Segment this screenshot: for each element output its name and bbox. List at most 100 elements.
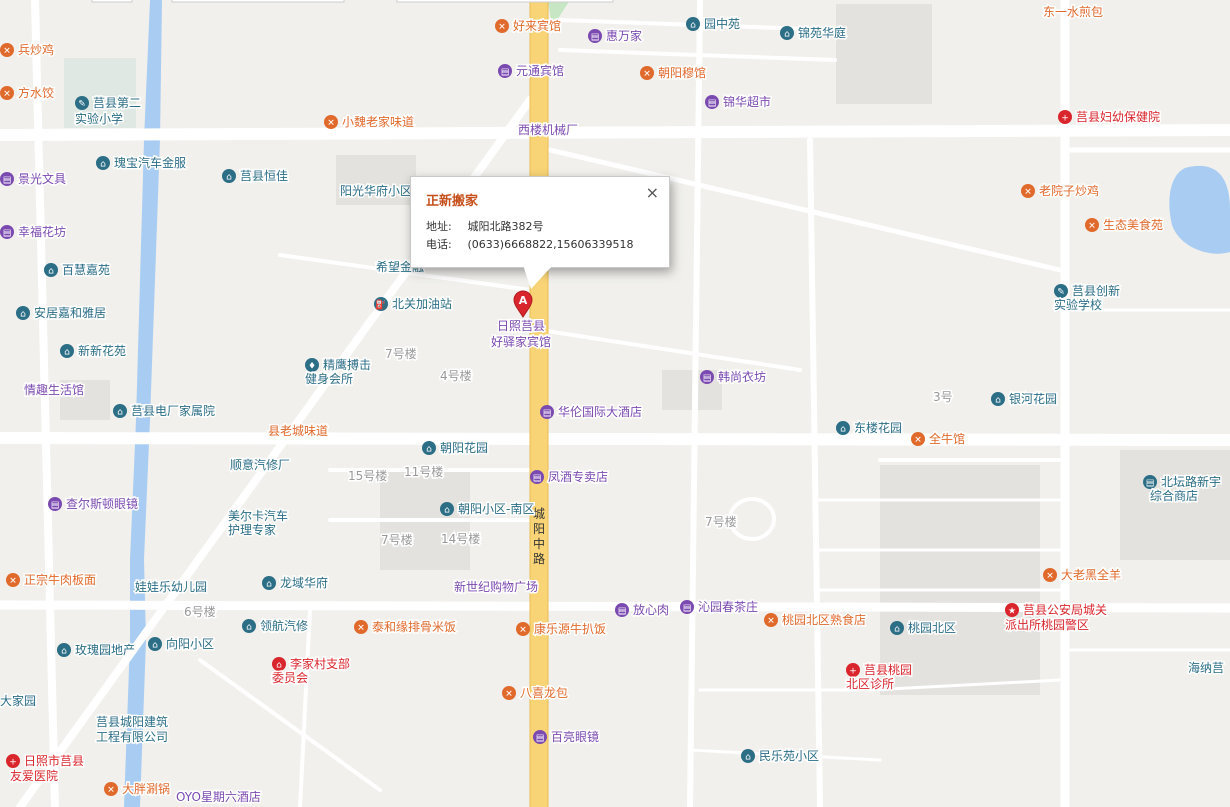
map-poi[interactable]: ⌂ 民乐苑小区 xyxy=(741,748,821,765)
home-icon-glyph: ⌂ xyxy=(894,625,900,635)
poi-label: 西楼机械厂 xyxy=(518,122,578,137)
map-poi[interactable]: + 莒县桃园 xyxy=(846,661,914,679)
poi-label: 日照莒县 xyxy=(497,319,545,333)
map-poi[interactable]: ▤ 韩尚衣坊 xyxy=(700,368,768,386)
map-poi[interactable]: 委员会 xyxy=(271,670,310,687)
map-poi[interactable]: ⌂ 莒县恒佳 xyxy=(222,168,290,185)
map-poi[interactable]: ⌂ 东楼花园 xyxy=(836,419,904,437)
poi-label: 15号楼 xyxy=(348,468,387,483)
map-canvas[interactable]: 城 阳 中 路 ✕ 兵炒鸡 ✕ 好来宾馆 ▤ 惠万家 ⌂ 园中苑 ⌂ 锦苑华庭 东一水煎包 ▤ 元通宾馆… xyxy=(0,0,1230,807)
home-icon-glyph: ⌂ xyxy=(64,348,70,358)
map-poi[interactable]: ✕ 好来宾馆 xyxy=(495,17,563,35)
map-poi[interactable]: 莒县城阳建筑 xyxy=(95,713,170,731)
map-poi[interactable]: ♦ 精鹰搏击 xyxy=(305,356,373,374)
map-poi[interactable]: 7号楼 xyxy=(704,513,739,531)
map-poi[interactable]: 县老城味道 xyxy=(267,423,330,440)
map-poi[interactable]: 情趣生活馆 xyxy=(23,381,86,399)
map-poi[interactable]: 美尔卡汽车 xyxy=(227,507,290,525)
map-poi[interactable]: ✎ 莒县第二 xyxy=(75,95,143,112)
map-poi[interactable]: ⌂ 银河花园 xyxy=(991,390,1059,408)
map-poi[interactable]: 14号楼 xyxy=(440,530,482,548)
map-poi[interactable]: ⛽ 北关加油站 xyxy=(374,296,454,313)
map-poi[interactable]: 阳光华府小区 xyxy=(339,182,414,200)
map-poi[interactable]: 日照莒县 xyxy=(496,318,547,335)
home-icon-glyph: ⌂ xyxy=(784,30,790,40)
map-poi[interactable]: 4号楼 xyxy=(439,367,474,385)
map-poi[interactable]: 大家园 xyxy=(0,692,38,710)
map-poi[interactable]: ▤ 放心肉 xyxy=(615,601,671,619)
map-poi[interactable]: 海纳莒 xyxy=(1187,659,1226,677)
top-tab-2[interactable] xyxy=(171,0,345,3)
poi-label: 北坛路新宇 xyxy=(1161,474,1221,489)
phone-label: 电话: xyxy=(426,238,452,251)
map-poi[interactable]: 3号 xyxy=(932,389,955,406)
map-poi[interactable]: 顺意汽修厂 xyxy=(229,456,292,474)
poi-label: 生态美食苑 xyxy=(1103,217,1163,232)
map-poi[interactable]: ✕ 方水饺 xyxy=(0,84,56,102)
map-poi[interactable]: 6号楼 xyxy=(183,603,218,621)
map-poi[interactable]: 实验学校 xyxy=(1053,296,1104,314)
map-poi[interactable]: 15号楼 xyxy=(347,467,389,485)
map-poi[interactable]: OYO星期六酒店 xyxy=(175,789,263,806)
poi-label: 百慧嘉苑 xyxy=(62,262,110,277)
map-poi[interactable]: 健身会所 xyxy=(304,370,355,388)
poi-label: 实验学校 xyxy=(1054,297,1102,312)
map-poi[interactable]: 西楼机械厂 xyxy=(517,121,580,139)
address-label: 地址: xyxy=(426,220,452,233)
map-poi[interactable]: 好驿家宾馆 xyxy=(490,333,553,351)
map-poi[interactable]: ▤ 锦华超市 xyxy=(705,93,773,111)
poi-label: 好来宾馆 xyxy=(513,18,561,33)
map-poi[interactable]: ⌂ 朝阳花园 xyxy=(422,439,490,457)
map-poi[interactable]: ⌂ 向阳小区 xyxy=(148,635,216,653)
top-tab-1[interactable] xyxy=(91,0,133,3)
map-poi[interactable]: 护理专家 xyxy=(227,521,278,539)
map-poi[interactable]: 11号楼 xyxy=(403,463,445,481)
map-poi[interactable]: 新世纪购物广场 xyxy=(453,578,540,596)
map-poi[interactable]: 综合商店 xyxy=(1149,487,1200,505)
map-poi[interactable]: ⌂ 锦苑华庭 xyxy=(780,24,848,42)
map-poi[interactable]: ✎ 莒县创新 xyxy=(1054,282,1122,300)
map-poi[interactable]: ⌂ 百慧嘉苑 xyxy=(44,261,112,279)
map-poi[interactable]: ⌂ 园中苑 xyxy=(686,15,742,33)
map-poi[interactable]: ▤ 百亮眼镜 xyxy=(533,728,601,746)
map-poi[interactable]: ⌂ 领航汽修 xyxy=(242,617,310,635)
hosp-icon-glyph: + xyxy=(849,667,857,677)
map-poi[interactable]: ✕ 八喜龙包 xyxy=(502,685,570,702)
poi-label: 新新花苑 xyxy=(78,343,126,358)
map-poi[interactable]: ✕ 兵炒鸡 xyxy=(0,41,56,59)
map-poi[interactable]: 北区诊所 xyxy=(845,676,896,693)
school-icon-glyph: ✎ xyxy=(78,100,86,110)
map-poi[interactable]: 工程有限公司 xyxy=(95,728,170,746)
map-poi[interactable]: ⌂ 龙域华府 xyxy=(262,574,330,592)
map-poi[interactable]: ⌂ 新新花苑 xyxy=(60,342,128,360)
map-poi[interactable]: 实验小学 xyxy=(74,110,125,128)
close-icon[interactable]: × xyxy=(646,183,659,202)
food-icon-glyph: ✕ xyxy=(9,577,17,587)
poi-label: OYO星期六酒店 xyxy=(176,790,261,804)
map-poi[interactable]: 娃娃乐幼儿园 xyxy=(134,579,209,596)
shop-icon-glyph: ▤ xyxy=(51,501,60,511)
map-poi[interactable]: ⌂ 桃园北区 xyxy=(890,619,958,637)
map-poi[interactable]: ✕ 大胖涮锅 xyxy=(104,780,172,798)
map-poi[interactable]: 东一水煎包 xyxy=(1042,3,1105,21)
shop-icon-glyph: ▤ xyxy=(536,734,545,744)
map-poi[interactable]: 友爱医院 xyxy=(9,768,60,785)
home-icon-glyph: ⌂ xyxy=(226,173,232,183)
poi-label: 6号楼 xyxy=(184,604,216,619)
poi-label: 派出所桃园警区 xyxy=(1005,617,1089,632)
food-icon-glyph: ✕ xyxy=(107,786,115,796)
map-poi[interactable]: 7号楼 xyxy=(384,345,419,363)
map-poi[interactable]: 7号楼 xyxy=(380,531,415,549)
top-tab-3[interactable] xyxy=(396,0,614,3)
poi-label: 查尔斯顿眼镜 xyxy=(66,496,138,511)
map-poi[interactable]: ▤ 惠万家 xyxy=(588,27,644,45)
poi-label: 瑰宝汽车金服 xyxy=(114,155,186,170)
map-poi[interactable]: ▤ 景光文具 xyxy=(0,170,68,188)
map-poi[interactable]: ✕ 全牛馆 xyxy=(911,430,967,448)
map-poi[interactable]: ✕ 朝阳穆馆 xyxy=(640,64,708,82)
road-label-char: 城 xyxy=(533,507,545,521)
poi-label: 兵炒鸡 xyxy=(18,42,54,57)
map-poi[interactable]: 派出所桃园警区 xyxy=(1004,616,1091,634)
map-poi[interactable]: ▤ 元通宾馆 xyxy=(498,62,566,80)
map-poi[interactable]: ▤ 幸福花坊 xyxy=(0,223,68,241)
